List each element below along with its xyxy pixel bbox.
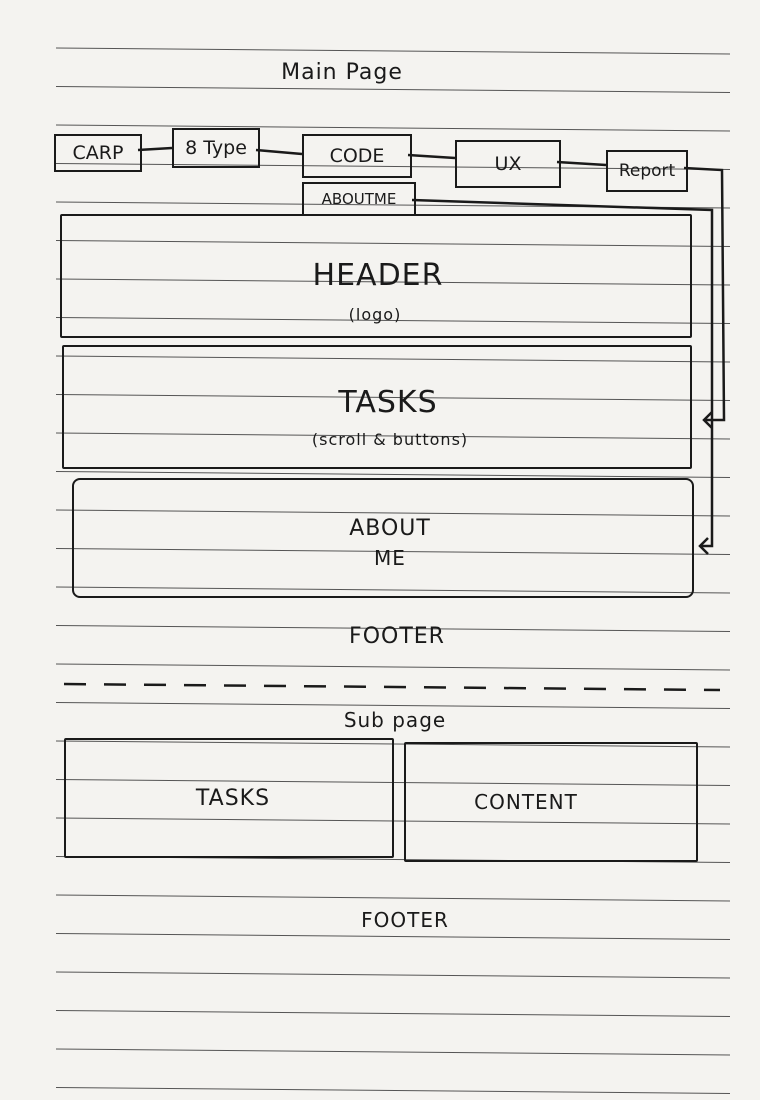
- main-page-title: Main Page: [281, 60, 403, 85]
- header-label: HEADER: [312, 258, 444, 293]
- sub-page-title: Sub page: [343, 708, 447, 732]
- nav-aboutme[interactable]: ABOUTME: [302, 182, 416, 216]
- ruled-line: [55, 1087, 731, 1094]
- nav-code[interactable]: CODE: [302, 134, 412, 178]
- tasks-label: TASKS: [338, 385, 438, 420]
- nav-8-type[interactable]: 8 Type: [172, 128, 260, 168]
- ruled-line: [55, 47, 731, 55]
- about-label: ABOUT: [349, 516, 431, 541]
- header-logo-note: (logo): [348, 305, 402, 324]
- ruled-line: [55, 894, 731, 902]
- ruled-line: [55, 471, 731, 478]
- main-footer: FOOTER: [349, 624, 445, 649]
- ruled-line: [55, 933, 731, 940]
- ruled-line: [55, 1048, 731, 1056]
- ruled-line: [55, 971, 731, 979]
- ruled-line: [55, 86, 731, 93]
- nav-report[interactable]: Report: [606, 150, 688, 192]
- about-label-me: ME: [374, 546, 406, 570]
- nav-carp[interactable]: CARP: [54, 134, 142, 172]
- sub-tasks-label: TASKS: [195, 786, 271, 811]
- tasks-note: (scroll & buttons): [311, 430, 469, 449]
- sub-footer: FOOTER: [361, 908, 449, 932]
- content-label: CONTENT: [474, 790, 578, 814]
- nav-ux[interactable]: UX: [455, 140, 561, 188]
- ruled-line: [55, 124, 731, 132]
- ruled-line: [55, 1010, 731, 1017]
- ruled-line: [55, 663, 731, 671]
